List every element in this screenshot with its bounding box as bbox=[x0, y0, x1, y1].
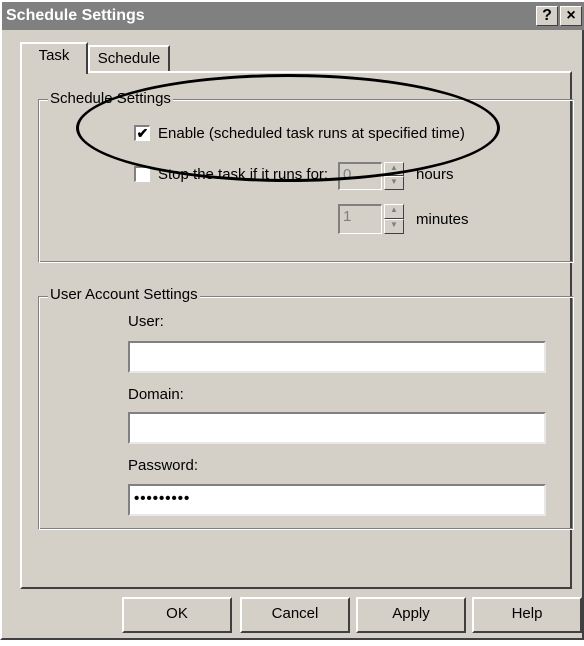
close-button[interactable]: × bbox=[560, 6, 582, 26]
minutes-unit-label: minutes bbox=[416, 211, 469, 228]
tab-schedule-label: Schedule bbox=[97, 50, 161, 67]
password-label: Password: bbox=[128, 457, 199, 474]
password-field[interactable]: ••••••••• bbox=[128, 484, 546, 516]
user-field[interactable] bbox=[128, 341, 546, 373]
user-account-legend: User Account Settings bbox=[48, 286, 200, 303]
help-title-button[interactable]: ? bbox=[536, 6, 558, 26]
tab-task[interactable]: Task bbox=[20, 42, 88, 74]
help-button[interactable]: Help bbox=[472, 597, 582, 633]
hours-down-arrow-icon[interactable]: ▼ bbox=[384, 176, 404, 190]
domain-label: Domain: bbox=[128, 386, 184, 403]
cancel-button[interactable]: Cancel bbox=[240, 597, 350, 633]
ok-button[interactable]: OK bbox=[122, 597, 232, 633]
title-bar[interactable]: Schedule Settings ? × bbox=[0, 0, 584, 30]
minutes-down-arrow-icon[interactable]: ▼ bbox=[384, 219, 404, 234]
window-title: Schedule Settings bbox=[6, 7, 145, 24]
domain-field[interactable] bbox=[128, 412, 546, 444]
apply-button[interactable]: Apply bbox=[356, 597, 466, 633]
tab-schedule[interactable]: Schedule bbox=[88, 45, 170, 71]
minutes-up-arrow-icon[interactable]: ▲ bbox=[384, 204, 404, 219]
minutes-input[interactable]: 1 bbox=[338, 204, 382, 234]
highlight-oval bbox=[76, 74, 500, 182]
user-label: User: bbox=[128, 313, 164, 330]
tab-task-label: Task bbox=[38, 47, 70, 64]
